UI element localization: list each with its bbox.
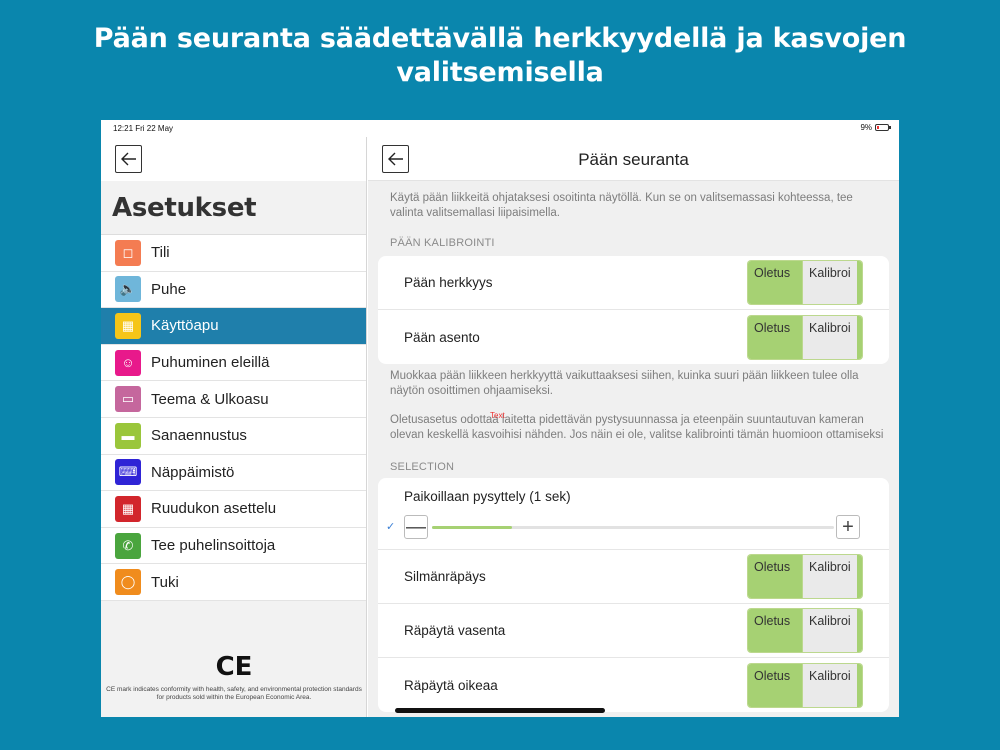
text-overlay-label: Text bbox=[490, 411, 505, 420]
dwell-slider-row: Paikoillaan pysyttely (1 sek) ✓ — + bbox=[378, 478, 889, 550]
segment-edge bbox=[857, 555, 862, 598]
calibration-card: Pään herkkyys Oletus Kalibroi Pään asento Ol… bbox=[378, 256, 889, 364]
setting-row: Silmänräpäys Oletus Kalibroi bbox=[378, 550, 889, 604]
sidebar-title: Asetukset bbox=[112, 193, 257, 223]
segmented-control: Oletus Kalibroi bbox=[748, 555, 862, 598]
word-prediction-icon: ▬ bbox=[115, 422, 141, 449]
grid-layout-icon: ▦ bbox=[115, 495, 141, 522]
setting-label: Silmänräpäys bbox=[404, 569, 486, 584]
page-title: Pään seuranta bbox=[578, 150, 689, 169]
sidebar-item-9[interactable]: ✆ Tee puhelinsoittoja bbox=[101, 528, 366, 565]
calibrate-option-button[interactable]: Kalibroi bbox=[802, 555, 857, 598]
section-header-calibration: PÄÄN KALIBROINTI bbox=[390, 237, 495, 249]
sidebar-topbar bbox=[101, 137, 366, 181]
sidebar-item-3[interactable]: ▦ Käyttöapu bbox=[101, 308, 366, 345]
sidebar-item-label: Käyttöapu bbox=[151, 317, 219, 335]
back-arrow-icon bbox=[120, 152, 136, 166]
calibrate-option-button[interactable]: Kalibroi bbox=[802, 315, 857, 359]
calibrate-option-button[interactable]: Kalibroi bbox=[802, 663, 857, 707]
sidebar-item-label: Teema & Ulkoasu bbox=[151, 390, 269, 408]
intro-text: Käytä pään liikkeitä ohjataksesi osoitin… bbox=[390, 192, 853, 219]
sidebar-item-label: Sanaennustus bbox=[151, 427, 247, 445]
decrease-button[interactable]: — bbox=[404, 515, 428, 539]
sidebar-item-6[interactable]: ▬ Sanaennustus bbox=[101, 418, 366, 455]
sidebar-item-4[interactable]: ☺ Puhuminen eleillä bbox=[101, 345, 366, 382]
dwell-slider-fill bbox=[432, 526, 513, 529]
setting-row: Pään asento Oletus Kalibroi bbox=[378, 310, 889, 364]
dwell-label: Paikoillaan pysyttely (1 sek) bbox=[404, 489, 571, 504]
segmented-control: Oletus Kalibroi bbox=[748, 663, 862, 707]
default-option-button[interactable]: Oletus bbox=[748, 315, 802, 359]
calibration-note-text: Oletusasetus odottaa laitetta pidettävän… bbox=[390, 414, 884, 441]
default-option-button[interactable]: Oletus bbox=[748, 261, 802, 304]
sidebar-item-label: Puhuminen eleillä bbox=[151, 354, 270, 372]
setting-label: Pään asento bbox=[404, 329, 480, 345]
person-icon: ◻ bbox=[115, 239, 141, 266]
sidebar-item-label: Tuki bbox=[151, 573, 179, 591]
calibration-note: Oletusasetus odottaa laitetta pidettävän… bbox=[368, 411, 899, 443]
sidebar-item-2[interactable]: 🔈 Puhe bbox=[101, 272, 366, 309]
calibrate-option-button[interactable]: Kalibroi bbox=[802, 609, 857, 652]
calibrate-option-button[interactable]: Kalibroi bbox=[802, 261, 857, 304]
segment-edge bbox=[857, 609, 862, 652]
section-header-selection: SELECTION bbox=[390, 461, 455, 473]
headline: Pään seuranta säädettävällä herkkyydellä… bbox=[93, 23, 907, 88]
window-icon: ▭ bbox=[115, 386, 141, 413]
sidebar-item-1[interactable]: ◻ Tili bbox=[101, 235, 366, 272]
settings-sidebar: Asetukset ◻ Tili 🔈 Puhe ▦ Käyttöapu ☺ Puhuminen… bbox=[101, 137, 367, 717]
sidebar-item-label: Puhe bbox=[151, 280, 187, 298]
segment-edge bbox=[857, 315, 862, 359]
sidebar-item-label: Näppäimistö bbox=[151, 463, 235, 481]
settings-menu: ◻ Tili 🔈 Puhe ▦ Käyttöapu ☺ Puhuminen eleillä ▭ T… bbox=[101, 234, 366, 601]
battery-percent: 9% bbox=[860, 123, 872, 132]
grid-icon: ▦ bbox=[115, 312, 141, 339]
home-indicator[interactable] bbox=[395, 708, 605, 713]
sidebar-item-7[interactable]: ⌨ Näppäimistö bbox=[101, 455, 366, 492]
selection-card: Paikoillaan pysyttely (1 sek) ✓ — + Silm… bbox=[378, 478, 889, 712]
battery-icon bbox=[875, 124, 891, 131]
ce-mark-logo: CE bbox=[215, 652, 253, 682]
sidebar-item-8[interactable]: ▦ Ruudukon asettelu bbox=[101, 491, 366, 528]
sidebar-back-button[interactable] bbox=[115, 145, 142, 173]
sidebar-item-10[interactable]: ◯ Tuki bbox=[101, 564, 366, 601]
segment-edge bbox=[857, 261, 862, 304]
phone-icon: ✆ bbox=[115, 532, 141, 559]
sidebar-item-5[interactable]: ▭ Teema & Ulkoasu bbox=[101, 381, 366, 418]
sidebar-item-label: Tili bbox=[151, 244, 170, 262]
panel-topbar: Pään seuranta bbox=[368, 137, 899, 181]
setting-label: Pään herkkyys bbox=[404, 275, 493, 290]
increase-button[interactable]: + bbox=[836, 515, 860, 539]
checkmark-icon: ✓ bbox=[386, 521, 396, 533]
segmented-control: Oletus Kalibroi bbox=[748, 315, 862, 359]
setting-row: Räpäytä oikeaa Oletus Kalibroi bbox=[378, 658, 889, 712]
face-gesture-icon: ☺ bbox=[115, 349, 141, 376]
segmented-control: Oletus Kalibroi bbox=[748, 261, 862, 304]
default-option-button[interactable]: Oletus bbox=[748, 663, 802, 707]
speaker-icon: 🔈 bbox=[115, 276, 141, 303]
ce-note: CE mark indicates conformity with health… bbox=[106, 686, 362, 701]
setting-row: Pään herkkyys Oletus Kalibroi bbox=[378, 256, 889, 310]
sidebar-item-label: Ruudukon asettelu bbox=[151, 500, 277, 518]
segment-edge bbox=[857, 663, 862, 707]
lifebuoy-icon: ◯ bbox=[115, 569, 141, 596]
setting-row: Räpäytä vasenta Oletus Kalibroi bbox=[378, 604, 889, 658]
status-bar: 12:21 Fri 22 May 9% bbox=[101, 120, 899, 137]
segmented-control: Oletus Kalibroi bbox=[748, 609, 862, 652]
sidebar-item-label: Tee puhelinsoittoja bbox=[151, 537, 276, 555]
keyboard-icon: ⌨ bbox=[115, 459, 141, 486]
status-time: 12:21 Fri 22 May bbox=[113, 124, 174, 133]
battery-indicator: 9% bbox=[860, 123, 891, 132]
setting-label: Räpäytä vasenta bbox=[404, 623, 506, 638]
dwell-slider-track[interactable] bbox=[432, 526, 834, 529]
setting-label: Räpäytä oikeaa bbox=[404, 677, 498, 693]
ipad-screen: 12:21 Fri 22 May 9% Asetukset ◻ Tili 🔈 Puhe… bbox=[101, 120, 899, 717]
default-option-button[interactable]: Oletus bbox=[748, 609, 802, 652]
sensitivity-note: Muokkaa pään liikkeen herkkyyttä vaikutt… bbox=[390, 370, 859, 397]
default-option-button[interactable]: Oletus bbox=[748, 555, 802, 598]
head-tracking-panel: Pään seuranta Käytä pään liikkeitä ohjat… bbox=[368, 137, 899, 717]
